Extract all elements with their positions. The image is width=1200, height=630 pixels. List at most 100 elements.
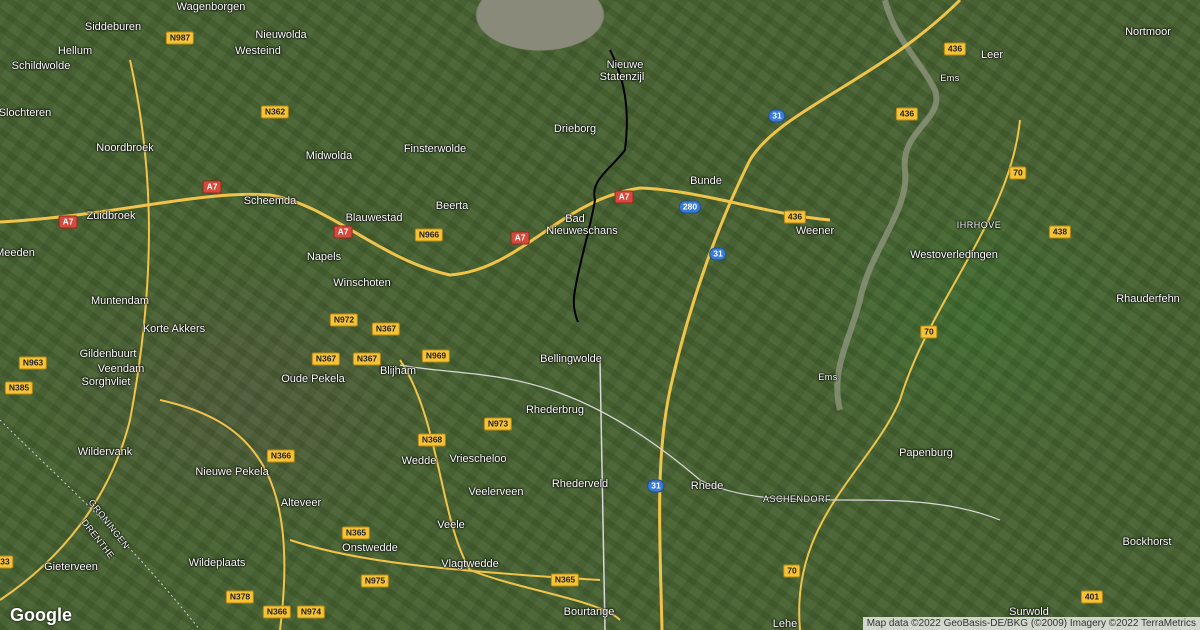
road-shield: 31	[709, 247, 727, 261]
place-label: Blijham	[379, 365, 417, 377]
district-label: Ems	[818, 372, 838, 382]
place-label: Gieterveen	[44, 561, 98, 573]
national-border	[572, 49, 628, 323]
road-shield: 438	[1048, 225, 1072, 239]
road-shield: N366	[266, 449, 296, 463]
road-shield: 70	[783, 564, 801, 578]
place-label: Scheemda	[243, 195, 297, 207]
road-shield: N972	[329, 313, 359, 327]
place-label: Bad	[565, 213, 585, 225]
place-label: Nieuweschans	[546, 225, 618, 237]
road-shield: 31	[768, 109, 786, 123]
place-label: Statenzijl	[599, 71, 645, 83]
place-label: Wedde	[401, 455, 437, 467]
place-label: Korte Akkers	[142, 323, 206, 335]
place-label: Weener	[795, 225, 835, 237]
place-label: Siddeburen	[84, 21, 142, 33]
road-shield: 401	[1080, 590, 1104, 604]
n366-road	[0, 59, 150, 601]
road-shield: N974	[296, 605, 326, 619]
place-label: Drieborg	[553, 123, 597, 135]
place-label: Wildeplaats	[188, 557, 246, 569]
road-shield: 70	[1009, 166, 1027, 180]
place-label: Rhede	[690, 480, 724, 492]
place-label: Rhederbrug	[525, 404, 585, 416]
place-label: Lehe	[772, 618, 798, 630]
road-shield: N367	[371, 322, 401, 336]
road-shield: N385	[4, 381, 34, 395]
place-label: Nieuwe	[606, 59, 644, 71]
road-shield: N969	[421, 349, 451, 363]
road-shield: N365	[341, 526, 371, 540]
place-label: Schildwolde	[11, 60, 71, 72]
road-shield: N367	[311, 352, 341, 366]
place-label: Midwolda	[305, 150, 353, 162]
district-label: IHRHOVE	[956, 220, 1002, 230]
place-label: Onstwedde	[342, 542, 398, 554]
place-label: Rhederveld	[551, 478, 609, 490]
place-label: Vlagtwedde	[441, 558, 499, 570]
road-shield: 31	[647, 479, 665, 493]
road-shield: A7	[202, 180, 222, 194]
road-shield: N378	[225, 590, 255, 604]
road-network	[0, 0, 1021, 630]
ems-river	[834, 0, 940, 411]
place-label: Westeind	[235, 45, 281, 57]
place-label: Winschoten	[333, 277, 391, 289]
road-shield: A7	[333, 225, 353, 239]
place-label: Hellum	[57, 45, 93, 57]
place-label: Beerta	[435, 200, 469, 212]
road-shield: 436	[783, 210, 807, 224]
place-label: Muntendam	[90, 295, 150, 307]
place-label: Veele	[437, 519, 465, 531]
road-shield: 33	[0, 555, 14, 569]
road-shield: 436	[943, 42, 967, 56]
place-label: Bourtange	[563, 606, 615, 618]
place-label: Zuidbroek	[86, 210, 136, 222]
road-shield: A7	[614, 190, 634, 204]
place-label: Gildenbuurt	[79, 348, 137, 360]
place-label: Veelerveen	[468, 486, 524, 498]
place-label: Nieuwolda	[255, 29, 307, 41]
road-shield: A7	[510, 231, 530, 245]
place-label: Leer	[980, 49, 1004, 61]
satellite-map[interactable]: Siddeburen Wagenborgen Nieuwolda Westeind He…	[0, 0, 1200, 630]
route-31	[658, 0, 962, 630]
place-label: Slochteren	[0, 107, 52, 119]
place-label: Bellingwolde	[540, 353, 602, 365]
place-label: Meeden	[0, 247, 35, 259]
road-shield: N365	[550, 573, 580, 587]
place-label: Bockhorst	[1122, 536, 1172, 548]
district-label: ASCHENDORF	[762, 494, 832, 504]
place-label: Rhauderfehn	[1116, 293, 1180, 305]
minor-road	[599, 359, 606, 630]
road-shield: N973	[483, 417, 513, 431]
road-shield: N975	[360, 574, 390, 588]
google-logo: Google	[10, 605, 72, 625]
road-shield: N368	[417, 433, 447, 447]
place-label: Noordbroek	[96, 142, 154, 154]
road-shield: N366	[262, 605, 292, 619]
place-label: Oude Pekela	[281, 373, 345, 385]
place-label: Napels	[306, 251, 342, 263]
road-shield: N367	[352, 352, 382, 366]
place-label: Bunde	[690, 175, 722, 187]
road-shield: N362	[260, 105, 290, 119]
place-label: Alteveer	[280, 497, 322, 509]
road-shield: N987	[165, 31, 195, 45]
place-label: Blauwestad	[345, 212, 403, 224]
road-shield: A7	[58, 215, 78, 229]
place-label: Finsterwolde	[403, 143, 467, 155]
road-shield: 436	[895, 107, 919, 121]
place-label: Westoverledingen	[910, 249, 998, 261]
map-attribution[interactable]: Map data ©2022 GeoBasis-DE/BKG (©2009) I…	[862, 617, 1200, 630]
road-shield: N966	[414, 228, 444, 242]
place-label: Nortmoor	[1125, 26, 1171, 38]
road-shield: 280	[678, 200, 702, 214]
place-label: Vriescheloo	[449, 453, 507, 465]
district-label: Ems	[940, 73, 960, 83]
n367-road	[159, 399, 286, 630]
place-label: Veendam	[97, 363, 145, 375]
place-label: Papenburg	[899, 447, 953, 459]
place-label: Wildervank	[77, 446, 133, 458]
